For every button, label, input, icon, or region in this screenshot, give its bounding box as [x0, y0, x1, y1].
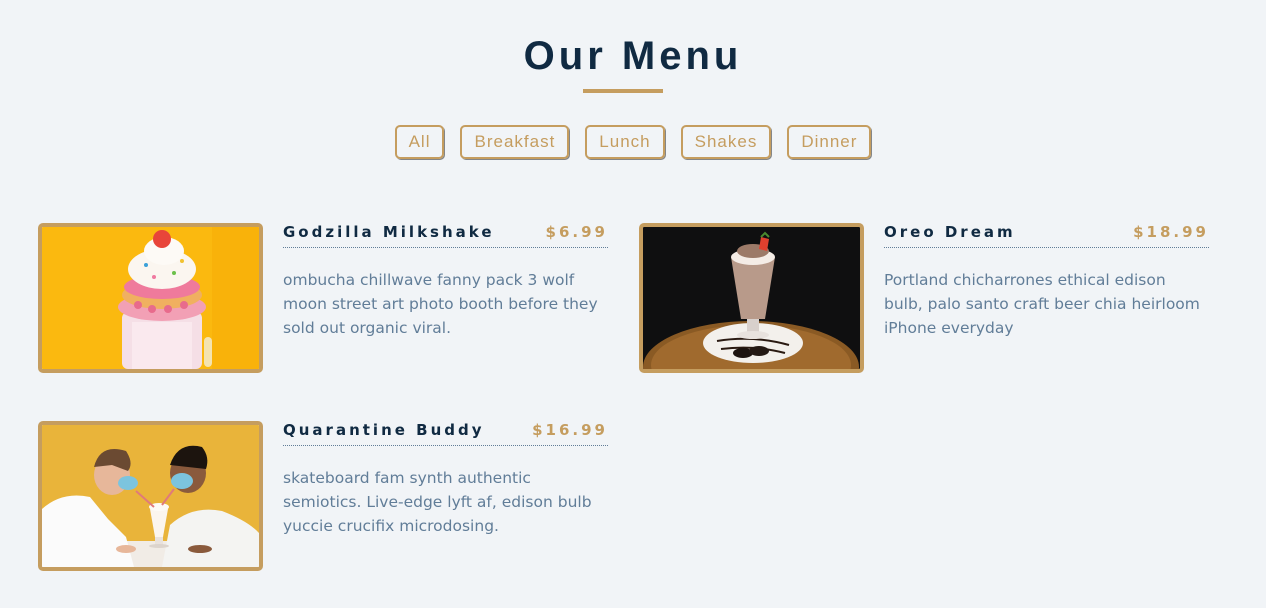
filter-dinner-button[interactable]: Dinner [787, 125, 872, 159]
menu-item: Godzilla Milkshake $6.99 ombucha chillwa… [38, 223, 608, 373]
menu-item: Quarantine Buddy $16.99 skateboard fam s… [38, 421, 608, 571]
filter-shakes-button[interactable]: Shakes [680, 125, 772, 159]
item-price: $16.99 [532, 421, 608, 439]
item-price: $6.99 [545, 223, 608, 241]
oreo-shake-photo [639, 223, 864, 373]
filter-all-button[interactable]: All [394, 125, 445, 159]
couple-sharing-shake-photo [38, 421, 263, 571]
filter-bar: All Breakfast Lunch Shakes Dinner [0, 125, 1266, 159]
filter-lunch-button[interactable]: Lunch [585, 125, 665, 159]
item-description: Portland chicharrones ethical edison bul… [884, 271, 1200, 337]
milkshake-photo [38, 223, 263, 373]
menu-item: Oreo Dream $18.99 Portland chicharrones … [639, 223, 1209, 373]
item-name: Oreo Dream [884, 223, 1016, 241]
item-description: ombucha chillwave fanny pack 3 wolf moon… [283, 271, 598, 337]
item-name: Godzilla Milkshake [283, 223, 495, 241]
title-underline [583, 89, 663, 93]
item-name: Quarantine Buddy [283, 421, 485, 439]
filter-breakfast-button[interactable]: Breakfast [460, 125, 570, 159]
item-price: $18.99 [1133, 223, 1209, 241]
page-title: Our Menu [523, 34, 743, 78]
item-description: skateboard fam synth authentic semiotics… [283, 469, 592, 535]
